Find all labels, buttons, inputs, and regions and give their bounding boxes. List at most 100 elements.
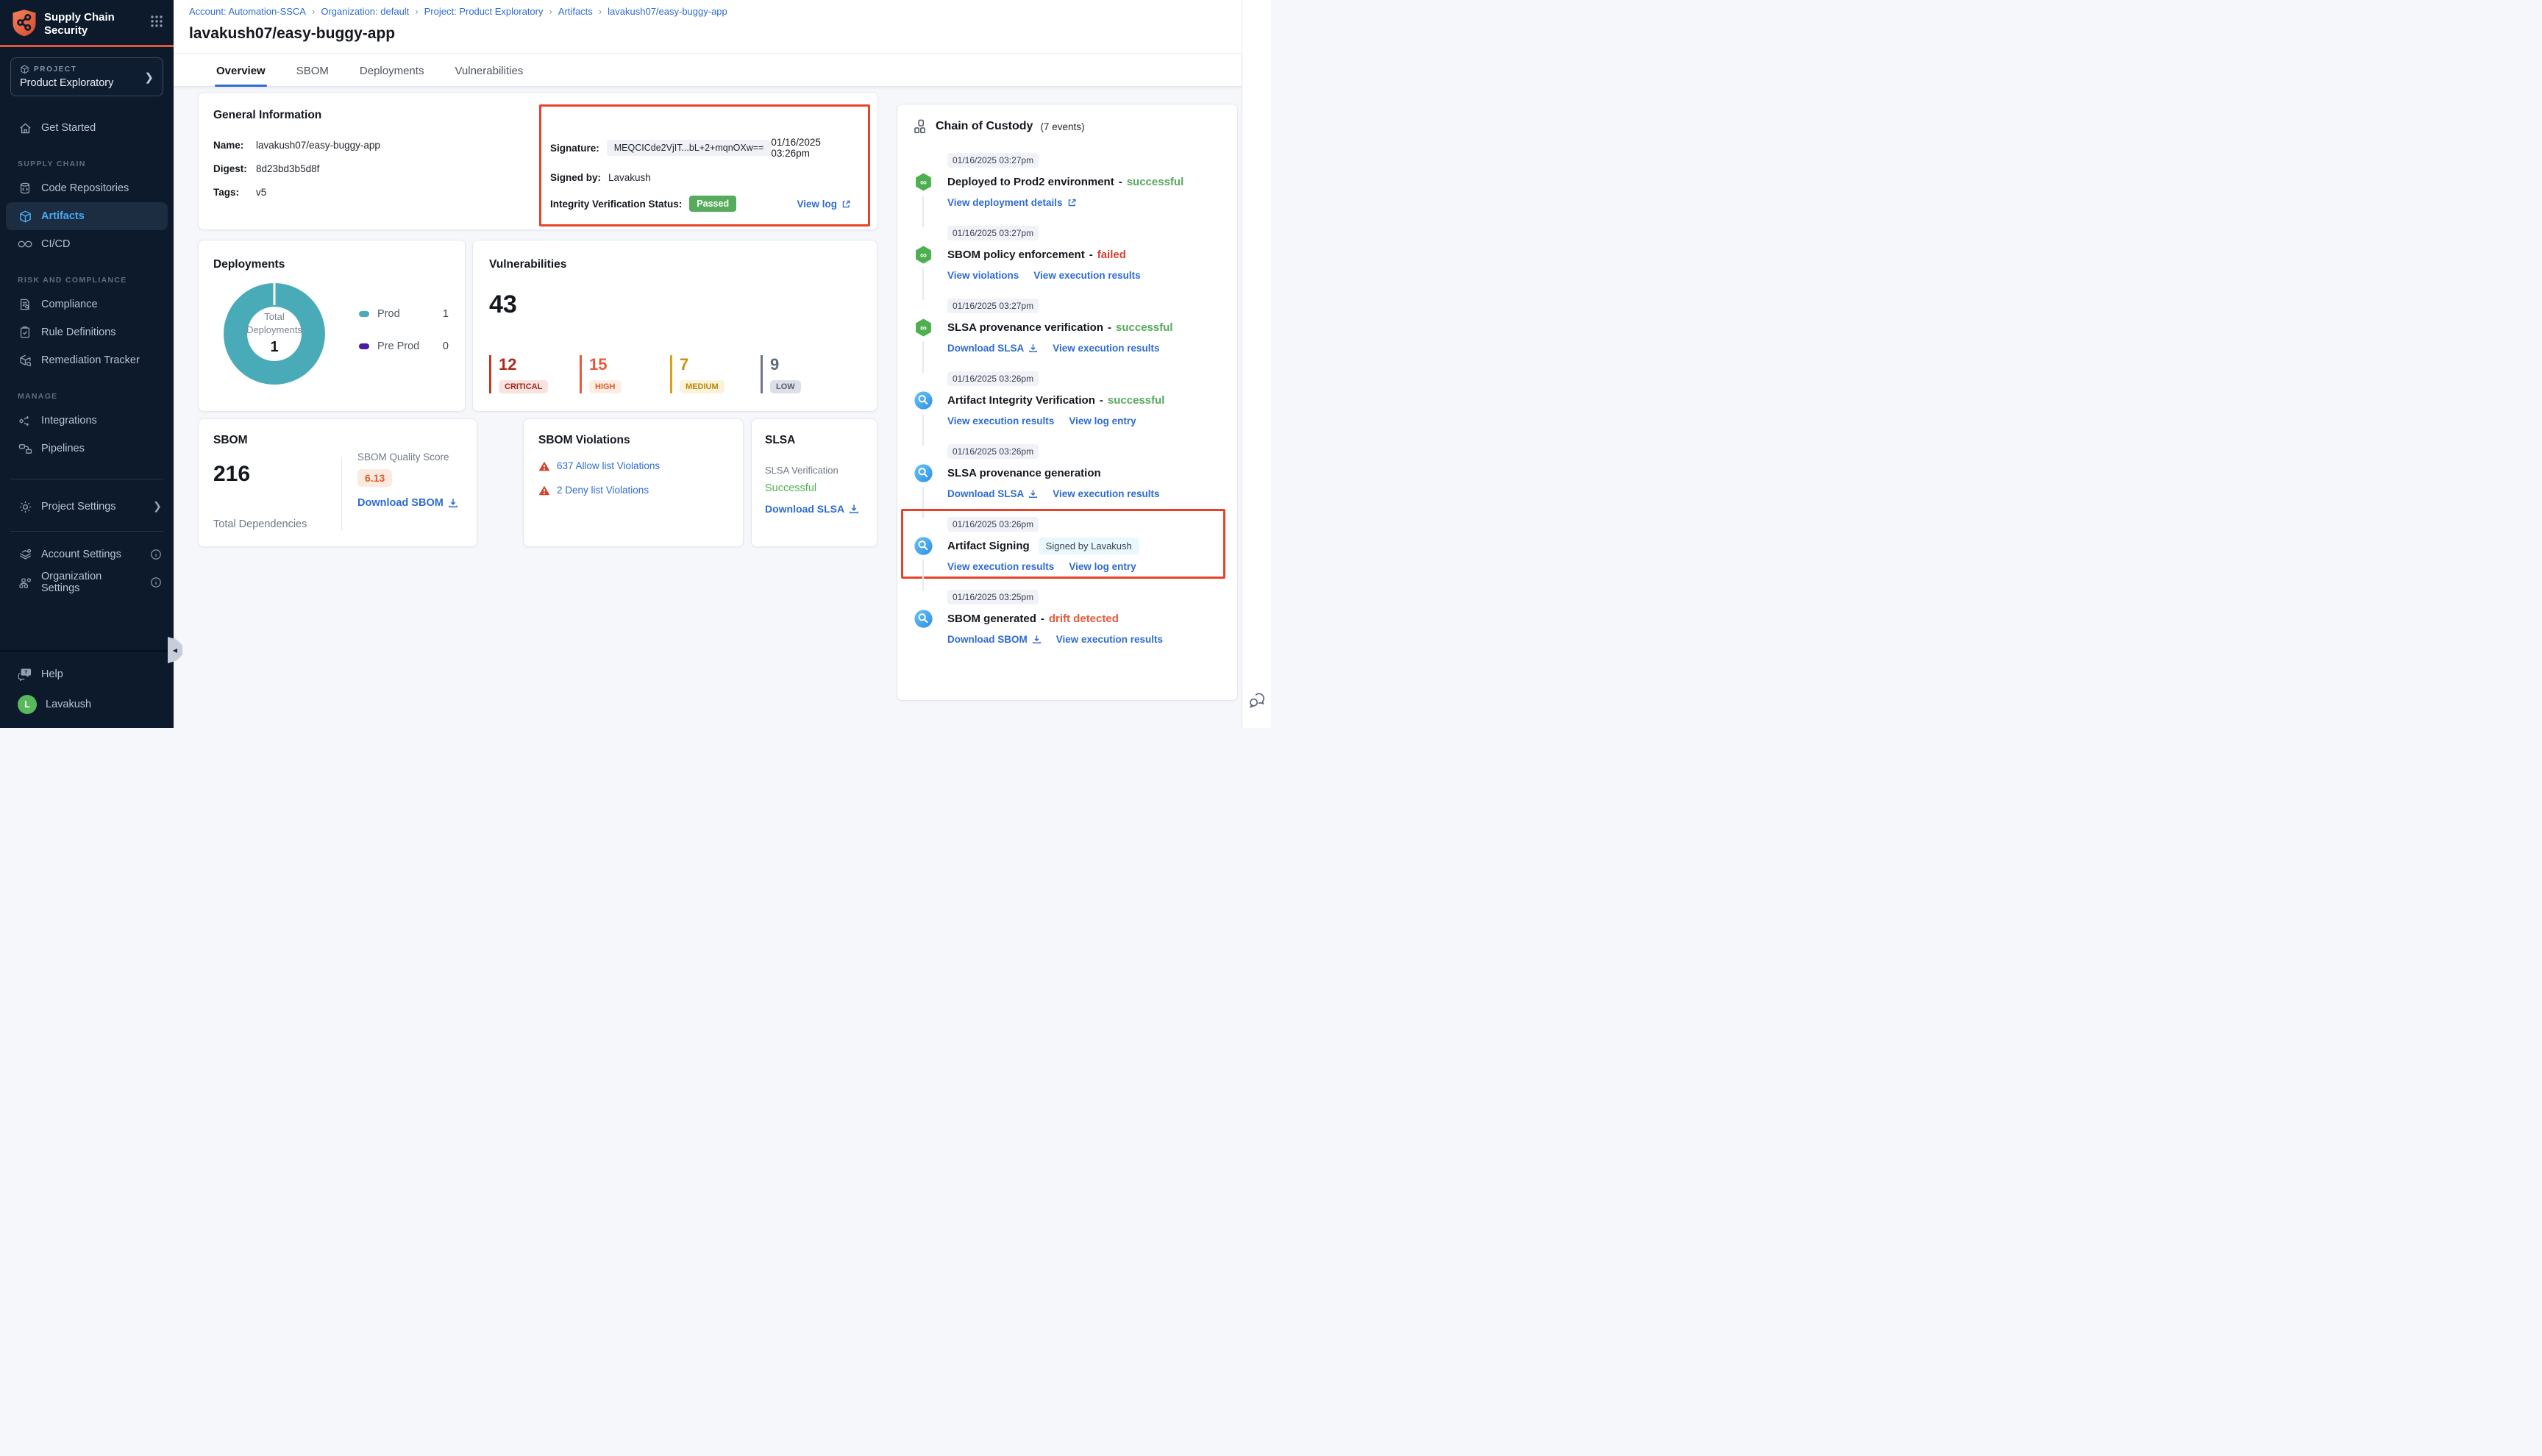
view-execution-results-link[interactable]: View execution results [947, 561, 1054, 572]
overview-content: General Information Name: lavakush07/eas… [174, 87, 1242, 728]
sidebar-item-pipelines[interactable]: Pipelines [0, 435, 174, 463]
total-deployments-value: 1 [270, 338, 278, 357]
event-slsa-provenance-generation: 01/16/2025 03:26pm SLSA provenance gener… [914, 444, 1222, 499]
view-log-link[interactable]: View log [797, 199, 851, 210]
ssca-magnifier-icon [914, 536, 933, 556]
signature-timestamp: 01/16/2025 03:26pm [771, 137, 851, 159]
breadcrumb: Account: Automation-SSCA › Organization:… [174, 0, 1242, 18]
download-slsa-link[interactable]: Download SLSA [765, 503, 859, 515]
event-deployed-prod2: ∞ 01/16/2025 03:27pm Deployed to Prod2 e… [914, 153, 1222, 208]
pipeline-hexagon-icon: ∞ [914, 245, 933, 265]
event-status: successful [1127, 176, 1184, 188]
event-timestamp: 01/16/2025 03:27pm [947, 299, 1039, 313]
svg-text:?: ? [24, 669, 28, 676]
download-sbom-link[interactable]: Download SBOM [947, 634, 1042, 645]
event-title: SBOM generated [947, 613, 1036, 625]
chat-support-icon[interactable] [1248, 693, 1266, 709]
sidebar-item-project-settings[interactable]: Project Settings ❯ [0, 493, 174, 521]
view-execution-results-link[interactable]: View execution results [1053, 488, 1159, 499]
event-title: SBOM policy enforcement [947, 249, 1085, 261]
view-execution-results-link[interactable]: View execution results [1056, 634, 1163, 645]
sidebar-item-remediation-tracker[interactable]: Remediation Tracker [0, 346, 174, 374]
general-information-title: General Information [213, 109, 863, 122]
main-area: Account: Automation-SSCA › Organization:… [174, 0, 1242, 728]
page-title: lavakush07/easy-buggy-app [174, 18, 1242, 54]
breadcrumb-project[interactable]: Project: Product Exploratory [424, 6, 544, 17]
event-status: drift detected [1049, 613, 1119, 625]
chain-of-custody-panel: Chain of Custody (7 events) ∞ 01/16/2025… [897, 104, 1238, 701]
event-timestamp: 01/16/2025 03:26pm [947, 371, 1039, 386]
allow-list-violations-link[interactable]: 637 Allow list Violations [557, 460, 660, 471]
sidebar-item-get-started[interactable]: Get Started [0, 114, 174, 142]
sidebar-item-organization-settings[interactable]: Organization Settings [0, 568, 174, 596]
sidebar-item-code-repositories[interactable]: Code Repositories [0, 174, 174, 202]
event-title: SLSA provenance verification [947, 321, 1103, 334]
sidebar-item-integrations[interactable]: Integrations [0, 407, 174, 435]
tab-bar: Overview SBOM Deployments Vulnerabilitie… [174, 54, 1242, 87]
tab-sbom[interactable]: SBOM [295, 54, 330, 86]
brand-divider [0, 45, 174, 47]
download-icon [1028, 489, 1038, 499]
tab-overview[interactable]: Overview [215, 54, 267, 86]
status-badge: Passed [689, 196, 736, 212]
avatar: L [18, 695, 37, 714]
artifact-name-value: lavakush07/easy-buggy-app [256, 140, 380, 151]
view-execution-results-link[interactable]: View execution results [1053, 343, 1159, 354]
view-violations-link[interactable]: View violations [947, 270, 1019, 281]
vulnerabilities-total: 43 [489, 290, 861, 319]
view-deployment-details-link[interactable]: View deployment details [947, 197, 1077, 208]
view-execution-results-link[interactable]: View execution results [947, 415, 1054, 427]
project-selector[interactable]: PROJECT Product Exploratory ❯ [10, 57, 163, 96]
user-menu[interactable]: L Lavakush [0, 688, 174, 721]
sidebar-item-rule-definitions[interactable]: Rule Definitions [0, 318, 174, 346]
download-icon [1032, 635, 1042, 644]
view-log-entry-link[interactable]: View log entry [1069, 561, 1136, 572]
slsa-card: SLSA SLSA Verification Successful Downlo… [751, 418, 877, 547]
tab-vulnerabilities[interactable]: Vulnerabilities [453, 54, 524, 86]
section-header-risk-compliance: RISK AND COMPLIANCE [18, 276, 174, 285]
info-icon[interactable] [150, 577, 162, 588]
warning-triangle-icon [538, 461, 550, 471]
deployments-donut-chart: Total Deployments 1 [224, 283, 325, 385]
info-icon[interactable] [150, 549, 162, 560]
event-title: Deployed to Prod2 environment [947, 176, 1114, 188]
event-title: SLSA provenance generation [947, 467, 1101, 479]
sidebar-item-account-settings[interactable]: Account Settings [0, 540, 174, 568]
chain-of-custody-header: Chain of Custody (7 events) [914, 119, 1222, 134]
deployments-card: Deployments Total Deployments 1 Pro [198, 240, 466, 412]
warning-triangle-icon [538, 485, 550, 496]
legend-item-prod: Prod 1 [359, 308, 449, 320]
allow-list-violations-row: 637 Allow list Violations [538, 460, 728, 471]
compliance-document-icon [18, 298, 32, 311]
sidebar-divider [10, 531, 163, 532]
slsa-verification-label: SLSA Verification [765, 465, 864, 476]
slsa-verification-status: Successful [765, 482, 864, 494]
signature-value[interactable]: MEQCICde2VjIT...bL+2+mqnOXw== [607, 140, 772, 156]
svg-text:∞: ∞ [920, 177, 927, 188]
remediation-box-icon [18, 354, 32, 368]
sidebar-item-compliance[interactable]: Compliance [0, 290, 174, 318]
severity-low: 9 LOW [761, 355, 832, 393]
deny-list-violations-link[interactable]: 2 Deny list Violations [557, 485, 649, 496]
app-logo-row: Supply Chain Security [0, 0, 174, 45]
app-grid-icon[interactable] [150, 9, 163, 28]
home-icon [18, 121, 32, 135]
view-execution-results-link[interactable]: View execution results [1033, 270, 1140, 281]
breadcrumb-account[interactable]: Account: Automation-SSCA [189, 6, 306, 17]
chevron-right-icon: ❯ [144, 71, 154, 84]
sidebar-item-artifacts[interactable]: Artifacts [6, 202, 168, 230]
sidebar-item-help[interactable]: ? Help [0, 660, 174, 688]
breadcrumb-current-artifact[interactable]: lavakush07/easy-buggy-app [608, 6, 727, 17]
breadcrumb-separator-icon: › [599, 6, 602, 17]
breadcrumb-organization[interactable]: Organization: default [321, 6, 409, 17]
tab-deployments[interactable]: Deployments [358, 54, 426, 86]
download-slsa-link[interactable]: Download SLSA [947, 488, 1038, 499]
download-slsa-link[interactable]: Download SLSA [947, 343, 1038, 354]
sidebar-item-cicd[interactable]: CI/CD [0, 230, 174, 258]
deployments-legend: Prod 1 Pre Prod 0 [359, 308, 449, 373]
view-log-entry-link[interactable]: View log entry [1069, 415, 1136, 427]
sbom-quality-score-value: 6.13 [357, 469, 392, 487]
breadcrumb-artifacts[interactable]: Artifacts [558, 6, 593, 17]
severity-critical: 12 CRITICAL [489, 355, 560, 393]
download-sbom-link[interactable]: Download SBOM [357, 497, 458, 509]
